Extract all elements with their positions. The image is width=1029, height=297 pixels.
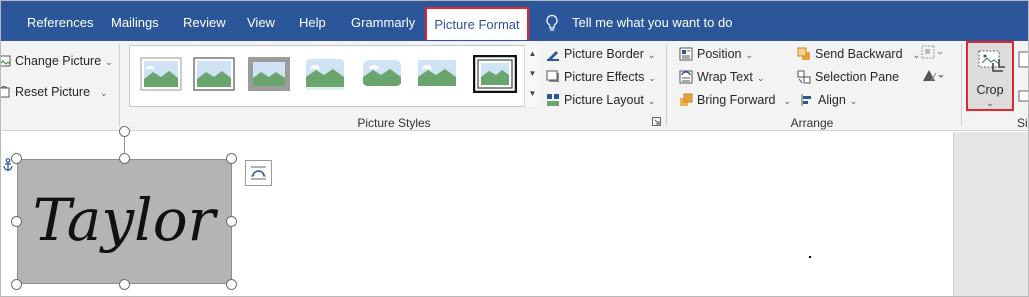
gallery-down-icon[interactable]: ▼ [525,69,540,78]
signature-drawing: Taylor [33,186,219,254]
resize-handle-left[interactable] [11,216,22,227]
align-icon [801,94,811,106]
tab-picture-format[interactable]: Picture Format [425,7,529,40]
rotation-handle[interactable] [119,126,130,137]
change-picture-label: Change Picture ⌄ [15,54,113,68]
resize-handle-bottom-right[interactable] [226,279,237,290]
position-button[interactable]: Position ⌄ [679,44,789,64]
tab-grammarly[interactable]: Grammarly [351,1,415,41]
send-backward-button[interactable]: Send Backward ⌄ [797,44,921,64]
crop-button[interactable]: Crop ⌄ [966,41,1014,111]
align-button[interactable]: Align ⌄ [800,90,870,110]
gallery-up-icon[interactable]: ▲ [525,49,540,58]
group-divider [666,44,667,126]
tab-help[interactable]: Help [299,1,326,41]
picture-layout-label: Picture Layout ⌄ [564,93,656,107]
group-divider [119,44,120,126]
bring-forward-icon [680,93,693,106]
resize-handle-right[interactable] [226,216,237,227]
width-icon[interactable] [1017,88,1029,104]
send-backward-label: Send Backward ⌄ [815,47,921,61]
ribbon: Change Picture ⌄ Reset Picture ⌄ ▲ ▼ ▼ P… [1,41,1029,131]
text-cursor-mark [809,256,811,258]
dialog-launcher-icon[interactable] [652,117,661,126]
tab-review[interactable]: Review [183,1,226,41]
picture-style-4[interactable] [304,57,346,91]
selection-pane-label: Selection Pane [815,70,900,84]
bring-forward-button[interactable]: Bring Forward ⌄ [679,90,795,110]
page-margin-area [953,132,1028,296]
wrap-text-icon [679,70,693,84]
picture-effects-button[interactable]: Picture Effects ⌄ [546,67,656,87]
crop-chevron-icon[interactable]: ⌄ [968,98,1012,109]
tab-references[interactable]: References [27,1,93,41]
send-backward-icon [797,47,810,60]
picture-style-6[interactable] [416,57,458,91]
layout-options-button[interactable] [245,160,272,186]
crop-icon [978,50,1005,72]
picture-border-button[interactable]: Picture Border ⌄ [546,44,656,64]
selection-pane-icon [797,70,811,84]
picture-border-label: Picture Border ⌄ [564,47,656,61]
reset-picture-icon [1,86,10,98]
resize-handle-bottom[interactable] [119,279,130,290]
wrap-text-label: Wrap Text ⌄ [697,70,765,84]
resize-handle-top[interactable] [119,153,130,164]
signature-picture[interactable]: Taylor [17,159,232,284]
resize-handle-top-left[interactable] [11,153,22,164]
change-picture-button[interactable]: Change Picture ⌄ [1,51,113,71]
picture-styles-group-label: Picture Styles [357,116,431,130]
picture-style-3[interactable] [248,57,290,91]
picture-style-7-selected[interactable] [473,55,517,93]
height-icon[interactable] [1017,51,1029,69]
tab-view[interactable]: View [247,1,275,41]
align-label: Align ⌄ [818,93,858,107]
picture-layout-icon [547,94,559,106]
tell-me-search[interactable]: Tell me what you want to do [572,1,732,41]
word-window: References Mailings Review View Help Gra… [0,0,1029,297]
group-divider [961,44,962,126]
tab-mailings[interactable]: Mailings [111,1,159,41]
rotate-icon[interactable] [921,68,945,82]
resize-handle-top-right[interactable] [226,153,237,164]
size-group-label: Si [1017,116,1028,130]
arrange-group-label: Arrange [790,116,834,130]
tab-picture-format-label: Picture Format [434,17,520,32]
lightbulb-icon [546,14,558,31]
selection-pane-button[interactable]: Selection Pane [797,67,907,87]
picture-style-5[interactable] [361,57,403,91]
position-label: Position ⌄ [697,47,754,61]
change-picture-icon [1,55,11,67]
picture-styles-gallery: ▲ ▼ ▼ [129,45,539,107]
layout-options-icon [251,166,266,180]
picture-style-2[interactable] [193,57,235,91]
gallery-scroll[interactable]: ▲ ▼ ▼ [524,45,539,107]
document-canvas[interactable]: Taylor [1,126,1028,296]
group-icon[interactable] [921,45,943,59]
ribbon-tab-bar: References Mailings Review View Help Gra… [1,1,1028,41]
picture-style-1[interactable] [140,57,182,91]
reset-picture-button[interactable]: Reset Picture ⌄ [1,82,109,102]
picture-layout-button[interactable]: Picture Layout ⌄ [546,90,656,110]
signature-text: Taylor [33,186,219,254]
reset-picture-label: Reset Picture ⌄ [15,85,108,99]
position-icon [679,47,693,61]
gallery-more-icon[interactable]: ▼ [525,89,540,98]
wrap-text-button[interactable]: Wrap Text ⌄ [679,67,789,87]
bring-forward-label: Bring Forward ⌄ [697,93,792,107]
resize-handle-bottom-left[interactable] [11,279,22,290]
picture-effects-label: Picture Effects ⌄ [564,70,656,84]
picture-effects-icon [546,70,559,82]
picture-border-icon [547,51,559,61]
crop-label: Crop [976,83,1004,97]
